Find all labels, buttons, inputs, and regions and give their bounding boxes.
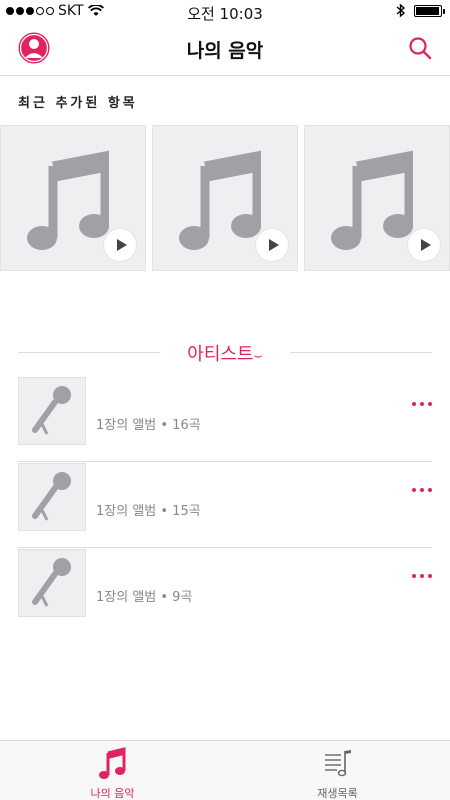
nav-bar: 나의 음악 (0, 24, 450, 76)
play-icon (116, 239, 127, 251)
artist-row[interactable]: 1장의 앨범 • 15곡 (18, 462, 432, 548)
tab-playlists[interactable]: 재생목록 (225, 747, 450, 800)
more-options-icon[interactable] (412, 574, 432, 582)
album-tile[interactable] (0, 125, 146, 271)
microphone-icon (32, 386, 71, 435)
play-button[interactable] (407, 228, 441, 262)
artist-thumbnail (18, 549, 86, 617)
search-icon[interactable] (408, 36, 432, 60)
artists-section-header[interactable]: 아티스트⌣ (18, 340, 432, 366)
music-note-icon (98, 747, 125, 779)
tab-label: 재생목록 (317, 787, 358, 800)
play-icon (268, 239, 279, 251)
artist-subtitle: 1장의 앨범 • 16곡 (96, 418, 201, 433)
artists-header-label: 아티스트 (187, 344, 254, 365)
play-icon (420, 239, 431, 251)
music-note-icon (179, 150, 261, 250)
artist-subtitle: 1장의 앨범 • 15곡 (96, 504, 201, 519)
album-tile[interactable] (304, 125, 450, 271)
artist-row[interactable]: 1장의 앨범 • 9곡 (18, 548, 432, 634)
playlist-icon (324, 750, 351, 777)
artist-subtitle: 1장의 앨범 • 9곡 (96, 590, 193, 605)
artist-thumbnail (18, 377, 86, 445)
play-button[interactable] (255, 228, 289, 262)
bluetooth-icon (396, 3, 406, 18)
microphone-icon (32, 472, 71, 521)
recently-added-list (0, 125, 450, 271)
artist-list: 1장의 앨범 • 16곡 1장의 앨범 • 15곡 1장의 앨범 • 9곡 (18, 376, 432, 634)
play-button[interactable] (103, 228, 137, 262)
music-note-icon (331, 150, 413, 250)
artists-header-title[interactable]: 아티스트⌣ (18, 340, 432, 366)
artist-row[interactable]: 1장의 앨범 • 16곡 (18, 376, 432, 462)
recently-added-label: 최근 추가된 항목 (18, 96, 138, 111)
album-tile[interactable] (152, 125, 298, 271)
tab-bar: 나의 음악 재생목록 (0, 740, 450, 800)
tab-label: 나의 음악 (90, 787, 135, 800)
battery-icon (414, 4, 445, 17)
more-options-icon[interactable] (412, 488, 432, 496)
page-title: 나의 음악 (186, 40, 264, 62)
microphone-icon (32, 558, 71, 607)
chevron-down-icon: ⌣ (253, 348, 263, 364)
more-options-icon[interactable] (412, 402, 432, 410)
status-bar: SKT 오전 10:03 (0, 0, 450, 24)
status-right (396, 3, 445, 18)
artist-thumbnail (18, 463, 86, 531)
music-note-icon (27, 150, 109, 250)
status-time: 오전 10:03 (187, 5, 263, 23)
tab-my-music[interactable]: 나의 음악 (0, 747, 225, 800)
